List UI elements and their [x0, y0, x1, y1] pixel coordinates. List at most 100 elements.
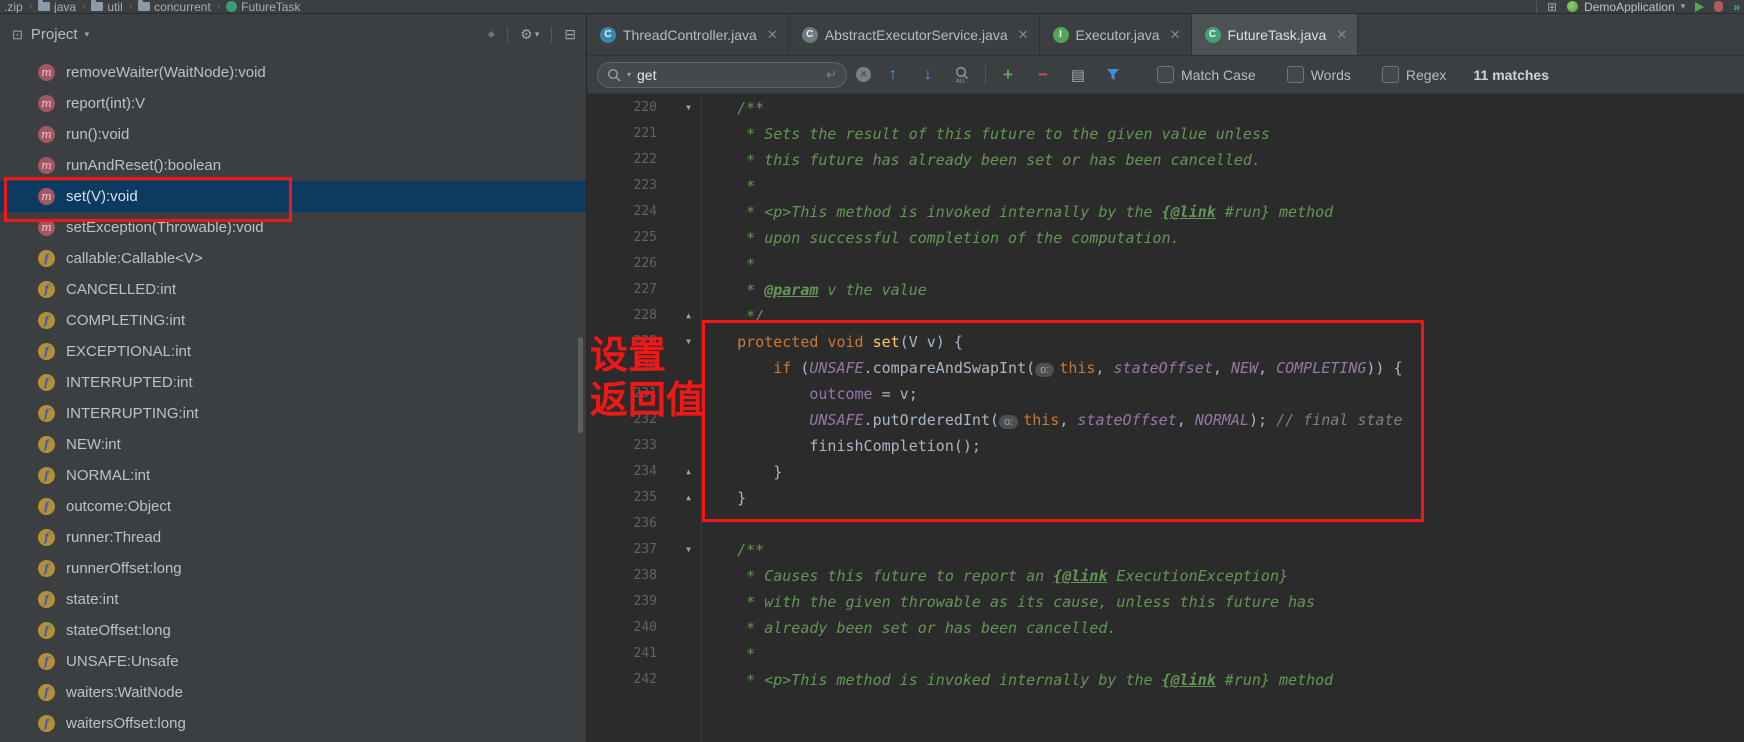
code-line[interactable]: 232 UNSAFE.putOrderedInt(o: this, stateOf…: [587, 407, 1744, 433]
run-button[interactable]: [1695, 1, 1705, 12]
editor-tab[interactable]: I Executor.java ✕: [1040, 14, 1192, 55]
tree-item[interactable]: f stateOffset:long: [0, 615, 586, 646]
project-panel-title[interactable]: Project: [31, 26, 78, 43]
code-editor[interactable]: 220 ▼ /** 221 * Sets the result of this fu…: [587, 94, 1744, 742]
close-icon[interactable]: ✕: [767, 27, 778, 43]
line-number: 236: [633, 516, 657, 531]
words-checkbox[interactable]: Words: [1286, 66, 1351, 83]
match-case-checkbox[interactable]: Match Case: [1157, 66, 1256, 83]
breadcrumb-item[interactable]: FutureTask: [224, 0, 302, 13]
editor-tab[interactable]: C ThreadController.java ✕: [587, 14, 789, 55]
tree-item[interactable]: f callable:Callable<V>: [0, 243, 586, 274]
fold-marker-icon[interactable]: ▲: [657, 303, 701, 329]
tree-item[interactable]: f CANCELLED:int: [0, 274, 586, 305]
select-all-occurrences-icon[interactable]: ▤: [1065, 66, 1091, 84]
tree-item-label: CANCELLED:int: [66, 281, 177, 298]
run-anything-icon[interactable]: »: [1733, 0, 1740, 13]
breadcrumb-item[interactable]: concurrent: [136, 0, 213, 13]
code-line[interactable]: 228 ▲ */: [587, 303, 1744, 329]
breadcrumb-item[interactable]: util: [89, 0, 124, 13]
code-line[interactable]: 225 * upon successful completion of the …: [587, 225, 1744, 251]
field-icon: f: [38, 374, 55, 391]
tree-item[interactable]: f INTERRUPTED:int: [0, 367, 586, 398]
tree-item[interactable]: m set(V):void: [0, 181, 586, 212]
breadcrumb-item[interactable]: java: [36, 0, 78, 13]
remove-selection-icon[interactable]: −: [1030, 65, 1056, 85]
tree-item[interactable]: m run():void: [0, 119, 586, 150]
code-line[interactable]: 239 * with the given throwable as its ca…: [587, 589, 1744, 615]
fold-marker-icon[interactable]: ▲: [657, 485, 701, 511]
editor-tab[interactable]: C FutureTask.java ✕: [1191, 14, 1359, 55]
close-icon[interactable]: ✕: [1336, 27, 1347, 43]
tree-item-label: report(int):V: [66, 95, 146, 112]
tree-item[interactable]: f state:int: [0, 584, 586, 615]
close-icon[interactable]: ✕: [1170, 27, 1181, 43]
code-line[interactable]: 221 * Sets the result of this future to …: [587, 121, 1744, 147]
checkbox-icon: [1157, 66, 1174, 83]
close-icon[interactable]: ✕: [1018, 27, 1029, 43]
fold-marker-icon[interactable]: ▼: [657, 329, 701, 355]
add-selection-icon[interactable]: +: [995, 65, 1021, 85]
newline-icon[interactable]: ↵: [826, 67, 837, 83]
tree-item[interactable]: m report(int):V: [0, 88, 586, 119]
line-number: 220: [633, 100, 657, 115]
tree-item[interactable]: f EXCEPTIONAL:int: [0, 336, 586, 367]
clear-search-icon[interactable]: ✕: [856, 67, 871, 82]
code-line[interactable]: 226 *: [587, 251, 1744, 277]
filter-icon[interactable]: [1100, 68, 1126, 81]
chevron-down-icon[interactable]: ▾: [85, 29, 90, 40]
editor-tab[interactable]: C AbstractExecutorService.java ✕: [789, 14, 1040, 55]
code-line[interactable]: 237 ▼ /**: [587, 537, 1744, 563]
previous-occurrence-icon[interactable]: ↑: [880, 66, 906, 84]
tree-item[interactable]: f outcome:Object: [0, 491, 586, 522]
code-line[interactable]: 230 if (UNSAFE.compareAndSwapInt(o: this,…: [587, 355, 1744, 381]
code-line[interactable]: 238 * Causes this future to report an {@…: [587, 563, 1744, 589]
code-line[interactable]: 227 * @param v the value: [587, 277, 1744, 303]
code-line[interactable]: 234 ▲ }: [587, 459, 1744, 485]
tree-item[interactable]: f UNSAFE:Unsafe: [0, 646, 586, 677]
code-line[interactable]: 222 * this future has already been set o…: [587, 147, 1744, 173]
fold-marker-icon[interactable]: ▼: [657, 95, 701, 121]
code-line[interactable]: 235 ▲ }: [587, 485, 1744, 511]
regex-label: Regex: [1405, 66, 1447, 83]
tree-item[interactable]: m removeWaiter(WaitNode):void: [0, 57, 586, 88]
tree-item[interactable]: f waiters:WaitNode: [0, 677, 586, 708]
debug-button[interactable]: [1714, 1, 1724, 12]
next-occurrence-icon[interactable]: ↓: [915, 66, 941, 84]
find-all-icon[interactable]: ALL: [950, 66, 976, 83]
tree-item[interactable]: f waitersOffset:long: [0, 708, 586, 739]
tree-item[interactable]: m runAndReset():boolean: [0, 150, 586, 181]
select-opened-file-icon[interactable]: ⌖: [487, 26, 495, 43]
search-history-icon[interactable]: ▾: [627, 70, 631, 79]
tree-item[interactable]: m setException(Throwable):void: [0, 212, 586, 243]
tree-item[interactable]: f runnerOffset:long: [0, 553, 586, 584]
code-line[interactable]: 223 *: [587, 173, 1744, 199]
run-config-selector[interactable]: DemoApplication ▾: [1567, 0, 1685, 13]
project-panel-header: ⊡ Project ▾ ⌖ ⚙ ▾ ⊟: [0, 14, 586, 55]
regex-checkbox[interactable]: Regex: [1381, 66, 1447, 83]
breadcrumb-item[interactable]: .zip: [2, 0, 25, 13]
collapse-all-icon[interactable]: ⊟: [564, 26, 576, 43]
code-line[interactable]: 240 * already been set or has been cance…: [587, 615, 1744, 641]
breadcrumb-separator: ›: [82, 1, 86, 12]
code-line[interactable]: 241 *: [587, 641, 1744, 667]
fold-gutter: [657, 589, 701, 615]
code-line[interactable]: 224 * <p>This method is invoked internal…: [587, 199, 1744, 225]
tree-item[interactable]: f COMPLETING:int: [0, 305, 586, 336]
tree-item[interactable]: f NORMAL:int: [0, 460, 586, 491]
code-line[interactable]: 242 * <p>This method is invoked internal…: [587, 667, 1744, 693]
code-line[interactable]: 229 ▼ protected void set(V v) {: [587, 329, 1744, 355]
fold-marker-icon[interactable]: ▲: [657, 459, 701, 485]
code-line[interactable]: 233 finishCompletion();: [587, 433, 1744, 459]
tool-window-icon[interactable]: ⊞: [1547, 0, 1557, 13]
search-input[interactable]: ▾ get ↵: [597, 61, 847, 88]
code-line[interactable]: 231 outcome = v;: [587, 381, 1744, 407]
code-line[interactable]: 236: [587, 511, 1744, 537]
fold-marker-icon[interactable]: ▼: [657, 537, 701, 563]
tree-item[interactable]: f runner:Thread: [0, 522, 586, 553]
scrollbar-thumb[interactable]: [578, 337, 583, 433]
settings-icon[interactable]: ⚙ ▾: [520, 26, 539, 43]
tree-item[interactable]: f NEW:int: [0, 429, 586, 460]
tree-item[interactable]: f INTERRUPTING:int: [0, 398, 586, 429]
code-line[interactable]: 220 ▼ /**: [587, 95, 1744, 121]
